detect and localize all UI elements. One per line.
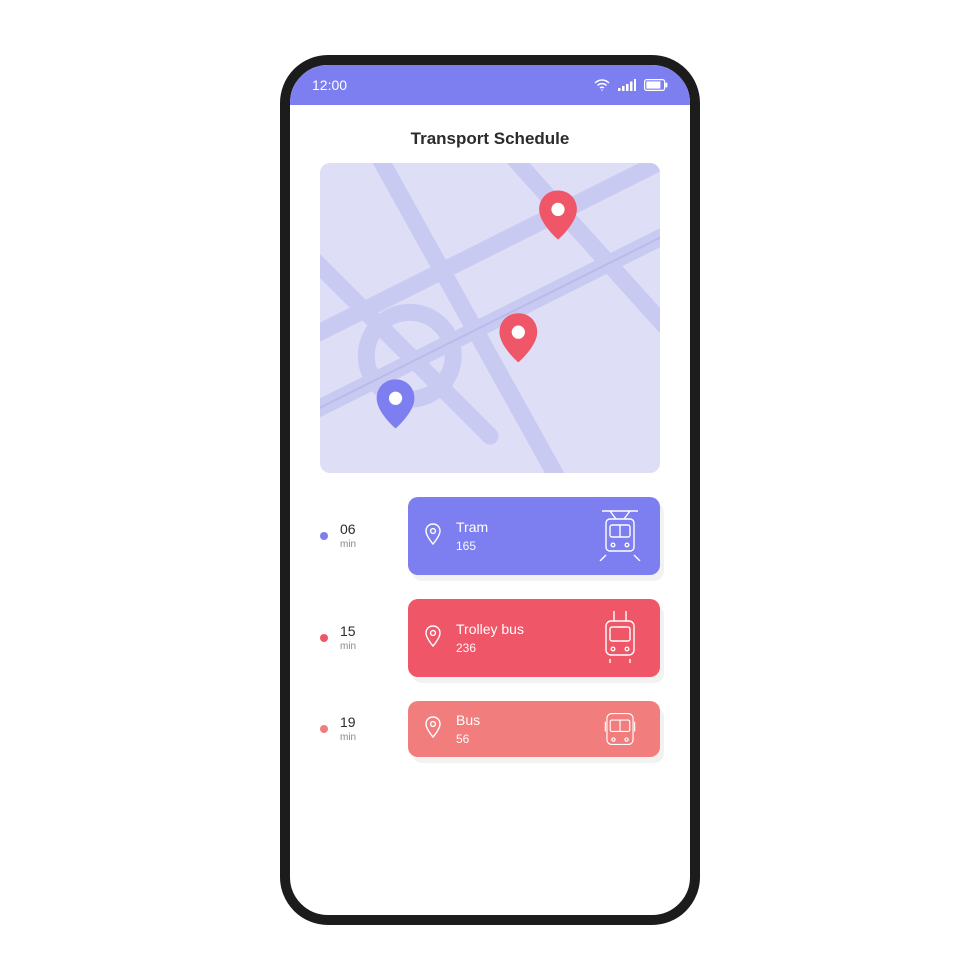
status-time: 12:00 — [312, 77, 347, 93]
eta-unit: min — [340, 641, 356, 652]
wifi-icon — [594, 79, 610, 91]
page-title: Transport Schedule — [290, 105, 690, 163]
transport-card-tram[interactable]: Tram 165 — [408, 497, 660, 575]
transport-label: Bus 56 — [456, 712, 584, 746]
eta-value: 15 — [340, 623, 356, 639]
transport-name: Bus — [456, 712, 584, 728]
eta-time: 19 min — [340, 715, 356, 743]
eta-value: 06 — [340, 521, 356, 537]
pin-icon — [424, 716, 444, 743]
transport-card-bus[interactable]: Bus 56 — [408, 701, 660, 757]
eta-time: 06 min — [340, 522, 356, 550]
schedule-meta: 06 min — [320, 522, 408, 550]
pin-icon — [424, 523, 444, 550]
transport-label: Tram 165 — [456, 519, 584, 553]
status-icons — [594, 79, 668, 91]
transport-number: 165 — [456, 539, 584, 553]
map-view[interactable] — [320, 163, 660, 473]
eta-value: 19 — [340, 714, 356, 730]
transport-number: 56 — [456, 732, 584, 746]
eta-time: 15 min — [340, 624, 356, 652]
signal-icon — [618, 79, 636, 91]
schedule-meta: 15 min — [320, 624, 408, 652]
schedule-row: 06 min Tram 165 — [320, 497, 660, 575]
phone-frame: 12:00 — [280, 55, 700, 925]
schedule-row: 19 min Bus 56 — [320, 701, 660, 757]
map-canvas — [320, 163, 660, 473]
pin-icon — [424, 625, 444, 652]
tram-icon — [596, 507, 644, 566]
transport-card-trolley[interactable]: Trolley bus 236 — [408, 599, 660, 677]
transport-number: 236 — [456, 641, 584, 655]
status-dot — [320, 725, 328, 733]
schedule-list: 06 min Tram 165 — [290, 497, 690, 757]
bus-icon — [596, 707, 644, 756]
transport-label: Trolley bus 236 — [456, 621, 584, 655]
transport-name: Trolley bus — [456, 621, 584, 637]
status-bar: 12:00 — [290, 65, 690, 105]
eta-unit: min — [340, 539, 356, 550]
trolley-icon — [596, 609, 644, 668]
battery-icon — [644, 79, 668, 91]
schedule-row: 15 min Trolley bus 236 — [320, 599, 660, 677]
transport-name: Tram — [456, 519, 584, 535]
eta-unit: min — [340, 732, 356, 743]
status-dot — [320, 532, 328, 540]
status-dot — [320, 634, 328, 642]
schedule-meta: 19 min — [320, 715, 408, 743]
